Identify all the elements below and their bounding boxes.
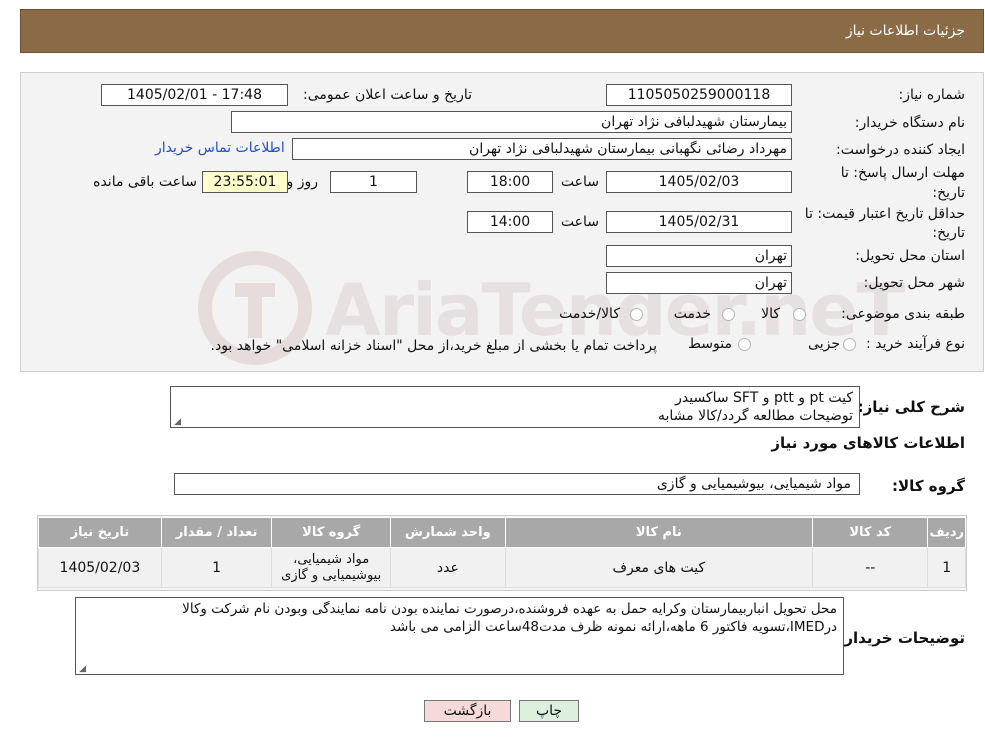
summary-label: شرح کلی نیاز: <box>857 398 965 416</box>
validity-time-field: 14:00 <box>467 211 553 233</box>
days-field: 1 <box>330 171 417 193</box>
purchase-partial-radio[interactable] <box>843 338 856 351</box>
buyer-notes-textarea[interactable]: محل تحویل انباربیمارستان وکرایه حمل به ع… <box>75 597 844 675</box>
col-code: کد کالا <box>812 517 929 548</box>
table-header-row: ردیف کد کالا نام کالا واحد شمارش گروه کا… <box>38 517 966 548</box>
page-header: جزئیات اطلاعات نیاز <box>20 9 984 53</box>
category-label: طبقه بندی موضوعی: <box>841 306 965 322</box>
city-label: شهر محل تحویل: <box>863 275 965 291</box>
col-date: تاریخ نیاز <box>38 517 162 548</box>
deadline-label-2: تاریخ: <box>932 185 965 201</box>
remaining-time-field: 23:55:01 <box>202 171 288 193</box>
category-goods-service-label: کالا/خدمت <box>559 306 620 322</box>
resize-grip-icon[interactable]: ◢ <box>78 665 86 674</box>
category-goods-radio[interactable] <box>793 308 806 321</box>
goods-group-field: مواد شیمیایی، بیوشیمیایی و گازی <box>174 473 860 495</box>
cell-group-line-2: بیوشیمیایی و گازی <box>281 567 382 583</box>
remaining-label: ساعت باقی مانده <box>93 174 197 190</box>
table-row: 1 -- کیت های معرف عدد مواد شیمیایی، بیوش… <box>38 547 966 588</box>
back-button[interactable]: بازگشت <box>424 700 511 722</box>
buyer-org-label: نام دستگاه خریدار: <box>854 115 965 131</box>
category-goods-label: کالا <box>761 306 780 322</box>
cell-qty: 1 <box>160 547 273 588</box>
announce-datetime-field: 1405/02/01 - 17:48 <box>101 84 288 106</box>
cell-unit: عدد <box>390 547 506 588</box>
announce-label: تاریخ و ساعت اعلان عمومی: <box>303 87 472 103</box>
summary-line-2: توضیحات مطالعه گردد/کالا مشابه <box>658 408 853 424</box>
goods-group-label: گروه کالا: <box>892 477 965 495</box>
cell-code: -- <box>812 547 929 588</box>
validity-time-label: ساعت <box>560 214 599 230</box>
buyer-contact-link[interactable]: اطلاعات تماس خریدار <box>155 140 285 156</box>
col-name: نام کالا <box>504 517 814 548</box>
province-field: تهران <box>606 245 792 267</box>
need-number-field: 1105050259000118 <box>606 84 792 106</box>
deadline-date-field: 1405/02/03 <box>606 171 792 193</box>
deadline-time-field: 18:00 <box>467 171 553 193</box>
deadline-time-label: ساعت <box>560 174 599 190</box>
purchase-partial-label: جزیی <box>808 336 840 352</box>
cell-date: 1405/02/03 <box>38 547 162 588</box>
validity-label: حداقل تاریخ اعتبار قیمت: تا <box>804 206 965 222</box>
city-field: تهران <box>606 272 792 294</box>
cell-group: مواد شیمیایی، بیوشیمیایی و گازی <box>271 547 392 588</box>
purchase-note: پرداخت تمام یا بخشی از مبلغ خرید،از محل … <box>210 338 657 354</box>
days-label: روز و <box>286 174 319 190</box>
category-service-label: خدمت <box>673 306 711 322</box>
purchase-medium-radio[interactable] <box>738 338 751 351</box>
buyer-notes-label: توضیحات خریدار: <box>838 629 965 647</box>
buyer-org-field: بیمارستان شهیدلبافی نژاد تهران <box>231 111 792 133</box>
creator-label: ایجاد کننده درخواست: <box>836 142 965 158</box>
creator-field: مهرداد رضائی نگهبانی بیمارستان شهیدلبافی… <box>292 138 792 160</box>
need-number-label: شماره نیاز: <box>898 87 966 103</box>
purchase-type-label: نوع فرآیند خرید : <box>866 336 965 352</box>
cell-row: 1 <box>927 547 966 588</box>
cell-group-line-1: مواد شیمیایی، <box>293 551 370 567</box>
summary-line-1: کیت pt و ptt و SFT ساکسیدر <box>675 390 853 406</box>
goods-section-title: اطلاعات کالاهای مورد نیاز <box>771 434 965 452</box>
category-goods-service-radio[interactable] <box>630 308 643 321</box>
province-label: استان محل تحویل: <box>855 248 965 264</box>
deadline-label: مهلت ارسال پاسخ: تا <box>840 165 965 181</box>
col-row: ردیف <box>927 517 966 548</box>
page-title: جزئیات اطلاعات نیاز <box>845 23 965 39</box>
validity-date-field: 1405/02/31 <box>606 211 792 233</box>
col-group: گروه کالا <box>271 517 392 548</box>
cell-name: کیت های معرف <box>504 547 814 588</box>
resize-grip-icon[interactable]: ◢ <box>173 418 181 427</box>
items-table: ردیف کد کالا نام کالا واحد شمارش گروه کا… <box>38 517 966 588</box>
col-unit: واحد شمارش <box>390 517 506 548</box>
print-button[interactable]: چاپ <box>519 700 579 722</box>
col-qty: تعداد / مقدار <box>160 517 273 548</box>
summary-textarea[interactable]: کیت pt و ptt و SFT ساکسیدر توضیحات مطالع… <box>170 386 860 428</box>
validity-label-2: تاریخ: <box>932 225 965 241</box>
buyer-notes-line-2: درIMED،تسویه فاکتور 6 ماهه،ارائه نمونه ظ… <box>389 619 837 635</box>
buyer-notes-line-1: محل تحویل انباربیمارستان وکرایه حمل به ع… <box>182 601 837 617</box>
category-service-radio[interactable] <box>722 308 735 321</box>
purchase-medium-label: متوسط <box>688 336 732 352</box>
